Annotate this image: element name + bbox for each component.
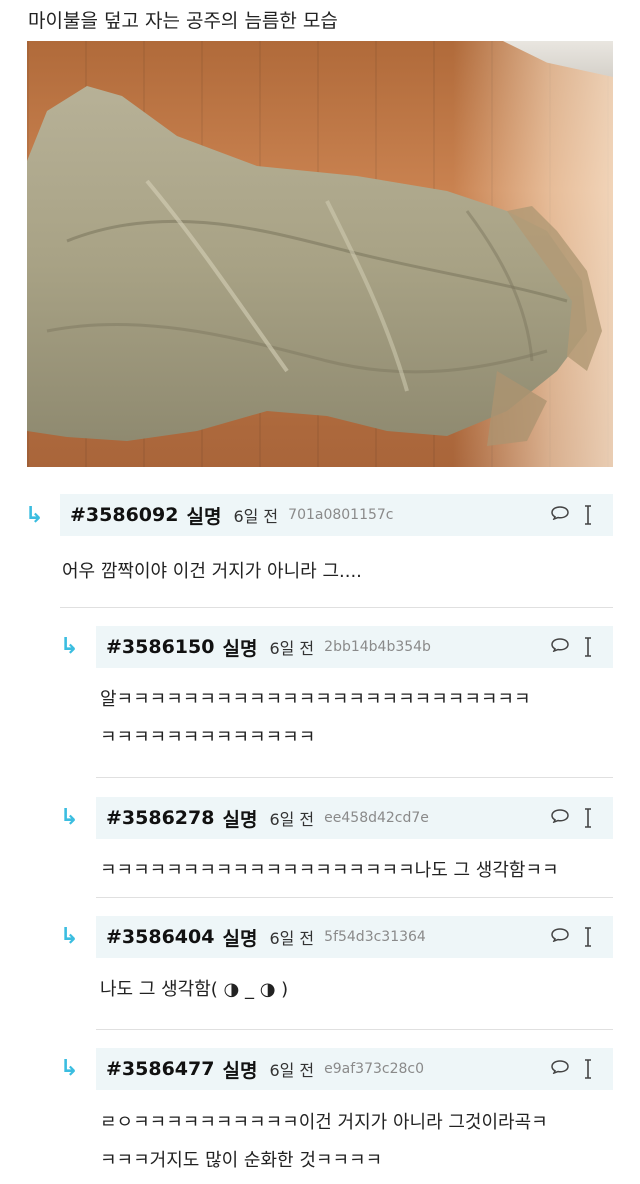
- comment-time: 6일 전: [269, 639, 315, 658]
- comment-text: 알ㅋㅋㅋㅋㅋㅋㅋㅋㅋㅋㅋㅋㅋㅋㅋㅋㅋㅋㅋㅋㅋㅋㅋㅋㅋ: [100, 689, 531, 710]
- reply-arrow-icon: ↳: [25, 503, 44, 528]
- comment-hash: e9af373c28c0: [324, 1061, 425, 1077]
- post-title: 마이불을 덮고 자는 공주의 늠름한 모습: [28, 10, 338, 32]
- comment-text: ㅋㅋㅋ거지도 많이 순화한 것ㅋㅋㅋㅋ: [100, 1150, 383, 1171]
- comment-number[interactable]: #3586278: [106, 807, 214, 829]
- more-vertical-icon[interactable]: [583, 504, 593, 526]
- more-vertical-icon[interactable]: [583, 807, 593, 829]
- more-vertical-icon[interactable]: [583, 1058, 593, 1080]
- comment-text: ㅋㅋㅋㅋㅋㅋㅋㅋㅋㅋㅋㅋㅋㅋㅋㅋㅋㅋㅋ나도 그 생각함ㅋㅋ: [100, 860, 559, 881]
- comment-author: 실명: [222, 808, 258, 831]
- divider: [96, 777, 613, 778]
- comment-author: 실명: [222, 1059, 258, 1082]
- comment-hash: 2bb14b4b354b: [324, 639, 431, 655]
- divider: [60, 607, 613, 608]
- post-image[interactable]: [27, 41, 613, 467]
- speech-bubble-icon[interactable]: [551, 506, 569, 520]
- divider: [96, 897, 613, 898]
- comment-hash: ee458d42cd7e: [324, 810, 429, 826]
- reply-arrow-icon: ↳: [60, 1056, 79, 1081]
- comment-header: #3586477 실명 6일 전 e9af373c28c0: [96, 1048, 613, 1090]
- comment-author: 실명: [186, 505, 222, 528]
- comment-time: 6일 전: [269, 1061, 315, 1080]
- comment-header: #3586092 실명 6일 전 701a0801157c: [60, 494, 613, 536]
- comment-author: 실명: [222, 927, 258, 950]
- comment-text: 나도 그 생각함( ◑ _ ◑ ): [100, 979, 289, 1000]
- comment-time: 6일 전: [269, 929, 315, 948]
- more-vertical-icon[interactable]: [583, 926, 593, 948]
- comment-text: ㄹㅇㅋㅋㅋㅋㅋㅋㅋㅋㅋㅋ이건 거지가 아니라 그것이라곡ㅋ: [100, 1112, 548, 1133]
- divider: [96, 1029, 613, 1030]
- comment-hash: 5f54d3c31364: [324, 929, 426, 945]
- comment-text: ㅋㅋㅋㅋㅋㅋㅋㅋㅋㅋㅋㅋㅋ: [100, 727, 316, 748]
- reply-arrow-icon: ↳: [60, 634, 79, 659]
- comment-author: 실명: [222, 637, 258, 660]
- speech-bubble-icon[interactable]: [551, 928, 569, 942]
- comment-time: 6일 전: [269, 810, 315, 829]
- comment-text: 어우 깜짝이야 이건 거지가 아니라 그....: [62, 561, 362, 582]
- speech-bubble-icon[interactable]: [551, 638, 569, 652]
- more-vertical-icon[interactable]: [583, 636, 593, 658]
- comment-number[interactable]: #3586092: [70, 504, 178, 526]
- comment-time: 6일 전: [233, 507, 279, 526]
- speech-bubble-icon[interactable]: [551, 809, 569, 823]
- comment-number[interactable]: #3586404: [106, 926, 214, 948]
- comment-header: #3586278 실명 6일 전 ee458d42cd7e: [96, 797, 613, 839]
- reply-arrow-icon: ↳: [60, 924, 79, 949]
- comment-hash: 701a0801157c: [288, 507, 394, 523]
- speech-bubble-icon[interactable]: [551, 1060, 569, 1074]
- comment-header: #3586150 실명 6일 전 2bb14b4b354b: [96, 626, 613, 668]
- reply-arrow-icon: ↳: [60, 805, 79, 830]
- comment-number[interactable]: #3586150: [106, 636, 214, 658]
- blanket-illustration: [27, 86, 602, 446]
- comment-number[interactable]: #3586477: [106, 1058, 214, 1080]
- comment-header: #3586404 실명 6일 전 5f54d3c31364: [96, 916, 613, 958]
